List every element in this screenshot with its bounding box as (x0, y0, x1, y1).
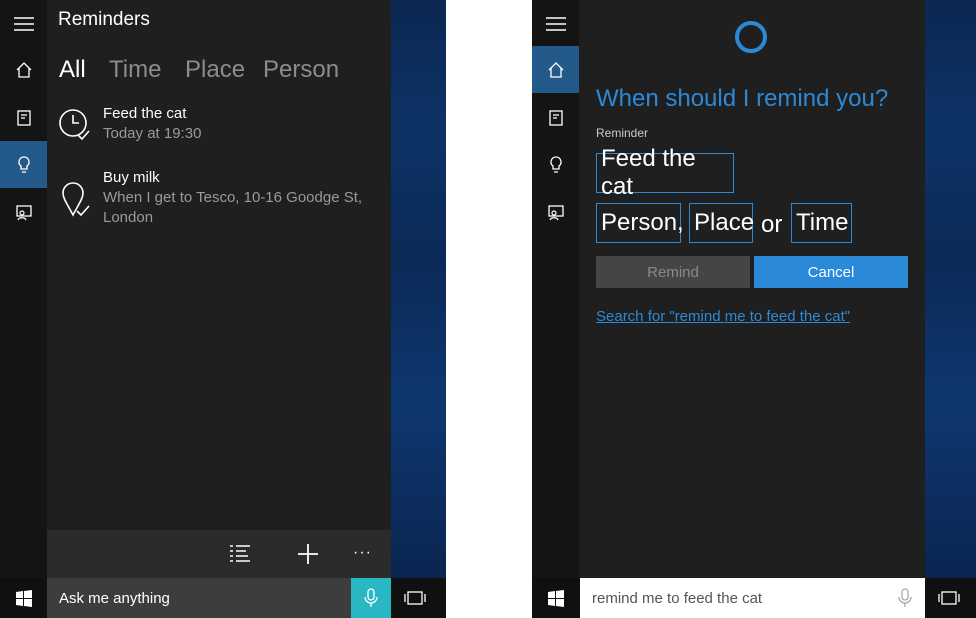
notebook-nav-button[interactable] (0, 94, 47, 141)
feedback-nav-button[interactable] (532, 189, 579, 236)
web-search-link[interactable]: Search for "remind me to feed the cat" (596, 308, 850, 325)
hamburger-menu-button[interactable] (0, 0, 47, 47)
plus-icon (298, 544, 318, 564)
microphone-icon (898, 588, 912, 607)
person-trigger-field[interactable]: Person, (596, 203, 684, 243)
filter-time-tab[interactable]: Time (109, 56, 161, 84)
cancel-button[interactable]: Cancel (754, 256, 908, 288)
home-icon (548, 61, 563, 78)
hamburger-icon (545, 16, 566, 31)
cortana-logo-icon (735, 21, 767, 53)
or-label: or (761, 211, 783, 238)
reminders-panel: Reminders All Time Place Person Feed the… (47, 0, 391, 578)
hamburger-menu-button[interactable] (532, 0, 579, 47)
notebook-icon (548, 109, 563, 126)
reminders-nav-button[interactable] (532, 141, 579, 188)
reminders-nav-button[interactable] (0, 141, 47, 188)
notebook-icon (16, 109, 31, 126)
windows-logo-icon (547, 590, 564, 607)
microphone-icon (364, 588, 378, 607)
filter-person-tab[interactable]: Person (263, 56, 339, 84)
task-view-button[interactable] (925, 578, 972, 618)
task-view-button[interactable] (391, 578, 438, 618)
reminder-detail: Today at 19:30 (103, 125, 202, 142)
microphone-button[interactable] (351, 578, 391, 618)
home-nav-button[interactable] (0, 46, 47, 93)
reminder-title: Feed the cat (103, 105, 187, 122)
search-input[interactable]: remind me to feed the cat (580, 578, 885, 618)
reminder-title: Buy milk (103, 169, 160, 186)
start-button[interactable] (532, 578, 579, 618)
time-trigger-field[interactable]: Time (791, 203, 852, 243)
windows-logo-icon (15, 590, 32, 607)
remind-button[interactable]: Remind (596, 256, 750, 288)
reminder-text-field[interactable]: Feed the cat (596, 145, 734, 200)
reminder-label: Reminder (596, 126, 649, 140)
cortana-nav-rail (532, 0, 579, 578)
notebook-nav-button[interactable] (532, 94, 579, 141)
start-button[interactable] (0, 578, 47, 618)
reminders-command-bar: ··· (47, 530, 391, 578)
cortana-nav-rail (0, 0, 47, 578)
feedback-nav-button[interactable] (0, 189, 47, 236)
clock-check-icon (59, 109, 90, 141)
search-input[interactable]: Ask me anything (47, 578, 351, 618)
feedback-icon (15, 204, 32, 220)
cortana-reminder-panel: When should I remind you? Reminder Feed … (579, 0, 925, 578)
home-icon (16, 61, 31, 78)
feedback-icon (547, 204, 564, 220)
microphone-button[interactable] (885, 578, 925, 618)
list-icon (230, 545, 250, 562)
desktop-wallpaper (925, 0, 976, 578)
add-reminder-button[interactable] (293, 542, 323, 566)
task-view-icon (403, 591, 426, 605)
question-heading: When should I remind you? (596, 85, 889, 112)
place-trigger-field[interactable]: Place (689, 203, 754, 243)
page-title: Reminders (58, 9, 150, 30)
home-nav-button[interactable] (532, 46, 579, 93)
filter-all-tab[interactable]: All (59, 56, 86, 84)
filter-place-tab[interactable]: Place (185, 56, 245, 84)
hamburger-icon (13, 16, 34, 31)
task-view-icon (937, 591, 960, 605)
lightbulb-icon (17, 155, 30, 173)
reminder-detail: When I get to Tesco, 10-16 Goodge St, Lo… (103, 189, 363, 226)
lightbulb-icon (549, 155, 562, 173)
location-pin-check-icon (62, 182, 90, 217)
desktop-wallpaper (391, 0, 446, 578)
more-options-button[interactable]: ··· (353, 544, 372, 562)
list-view-button[interactable] (223, 542, 257, 566)
